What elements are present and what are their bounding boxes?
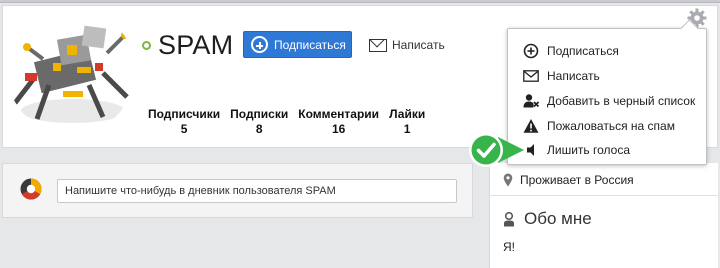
envelope-icon [523,68,539,84]
profile-actions-menu: Подписаться Написать Добавить в черный с… [507,28,707,165]
write-message-button[interactable]: Написать [369,36,445,54]
subscribe-button[interactable]: Подписаться [243,31,352,58]
stat-value: 16 [331,122,346,136]
menu-item-write[interactable]: Написать [523,66,600,86]
online-status-indicator [142,41,151,50]
warning-icon [523,118,539,134]
stat-value: 5 [180,122,188,136]
stat-value: 1 [403,122,411,136]
stat-followers[interactable]: Подписчики 5 [148,107,220,139]
stat-label: Комментарии [298,107,380,121]
menu-item-report-spam[interactable]: Пожаловаться на спам [523,116,675,136]
menu-item-blacklist[interactable]: Добавить в черный список [523,91,695,111]
menu-item-label: Пожаловаться на спам [547,119,675,133]
top-strip [0,0,720,3]
checkmark-callout-icon [468,132,524,168]
diary-post-input[interactable]: Напишите что-нибудь в дневник пользовате… [57,179,457,203]
stat-comments[interactable]: Комментарии 16 [298,107,379,139]
about-text: Я! [503,240,515,254]
mute-speaker-icon [523,142,539,158]
stat-label: Подписчики [148,107,221,121]
user-avatar-icon [20,178,42,200]
user-block-icon [523,93,539,109]
subscribe-button-label: Подписаться [274,37,346,52]
profile-username: SPAM [158,30,234,60]
stat-likes[interactable]: Лайки 1 [389,107,425,139]
write-message-label: Написать [392,38,445,52]
plus-circle-icon [251,36,268,53]
menu-item-mute[interactable]: Лишить голоса [523,140,630,160]
menu-item-label: Написать [547,69,600,83]
stat-following[interactable]: Подписки 8 [230,107,288,139]
location-pin-icon [503,173,513,187]
avatar [7,7,135,135]
plus-circle-icon [523,43,539,59]
location-text: Проживает в Россия [520,173,634,187]
about-title-text: Обо мне [524,209,592,228]
about-heading: Обо мне [503,208,592,230]
menu-item-subscribe[interactable]: Подписаться [523,41,619,61]
envelope-icon [369,38,387,52]
sidebar-divider [490,195,718,196]
profile-stats: Подписчики 5 Подписки 8 Комментарии 16 Л… [148,107,435,139]
menu-item-label: Добавить в черный список [547,94,696,108]
person-icon [504,211,514,226]
menu-item-label: Лишить голоса [547,143,630,157]
stat-label: Лайки [389,107,426,121]
menu-item-label: Подписаться [547,44,619,58]
location-info: Проживает в Россия [503,172,634,188]
stat-value: 8 [255,122,263,136]
stat-label: Подписки [230,107,289,121]
robot-image [7,7,135,135]
